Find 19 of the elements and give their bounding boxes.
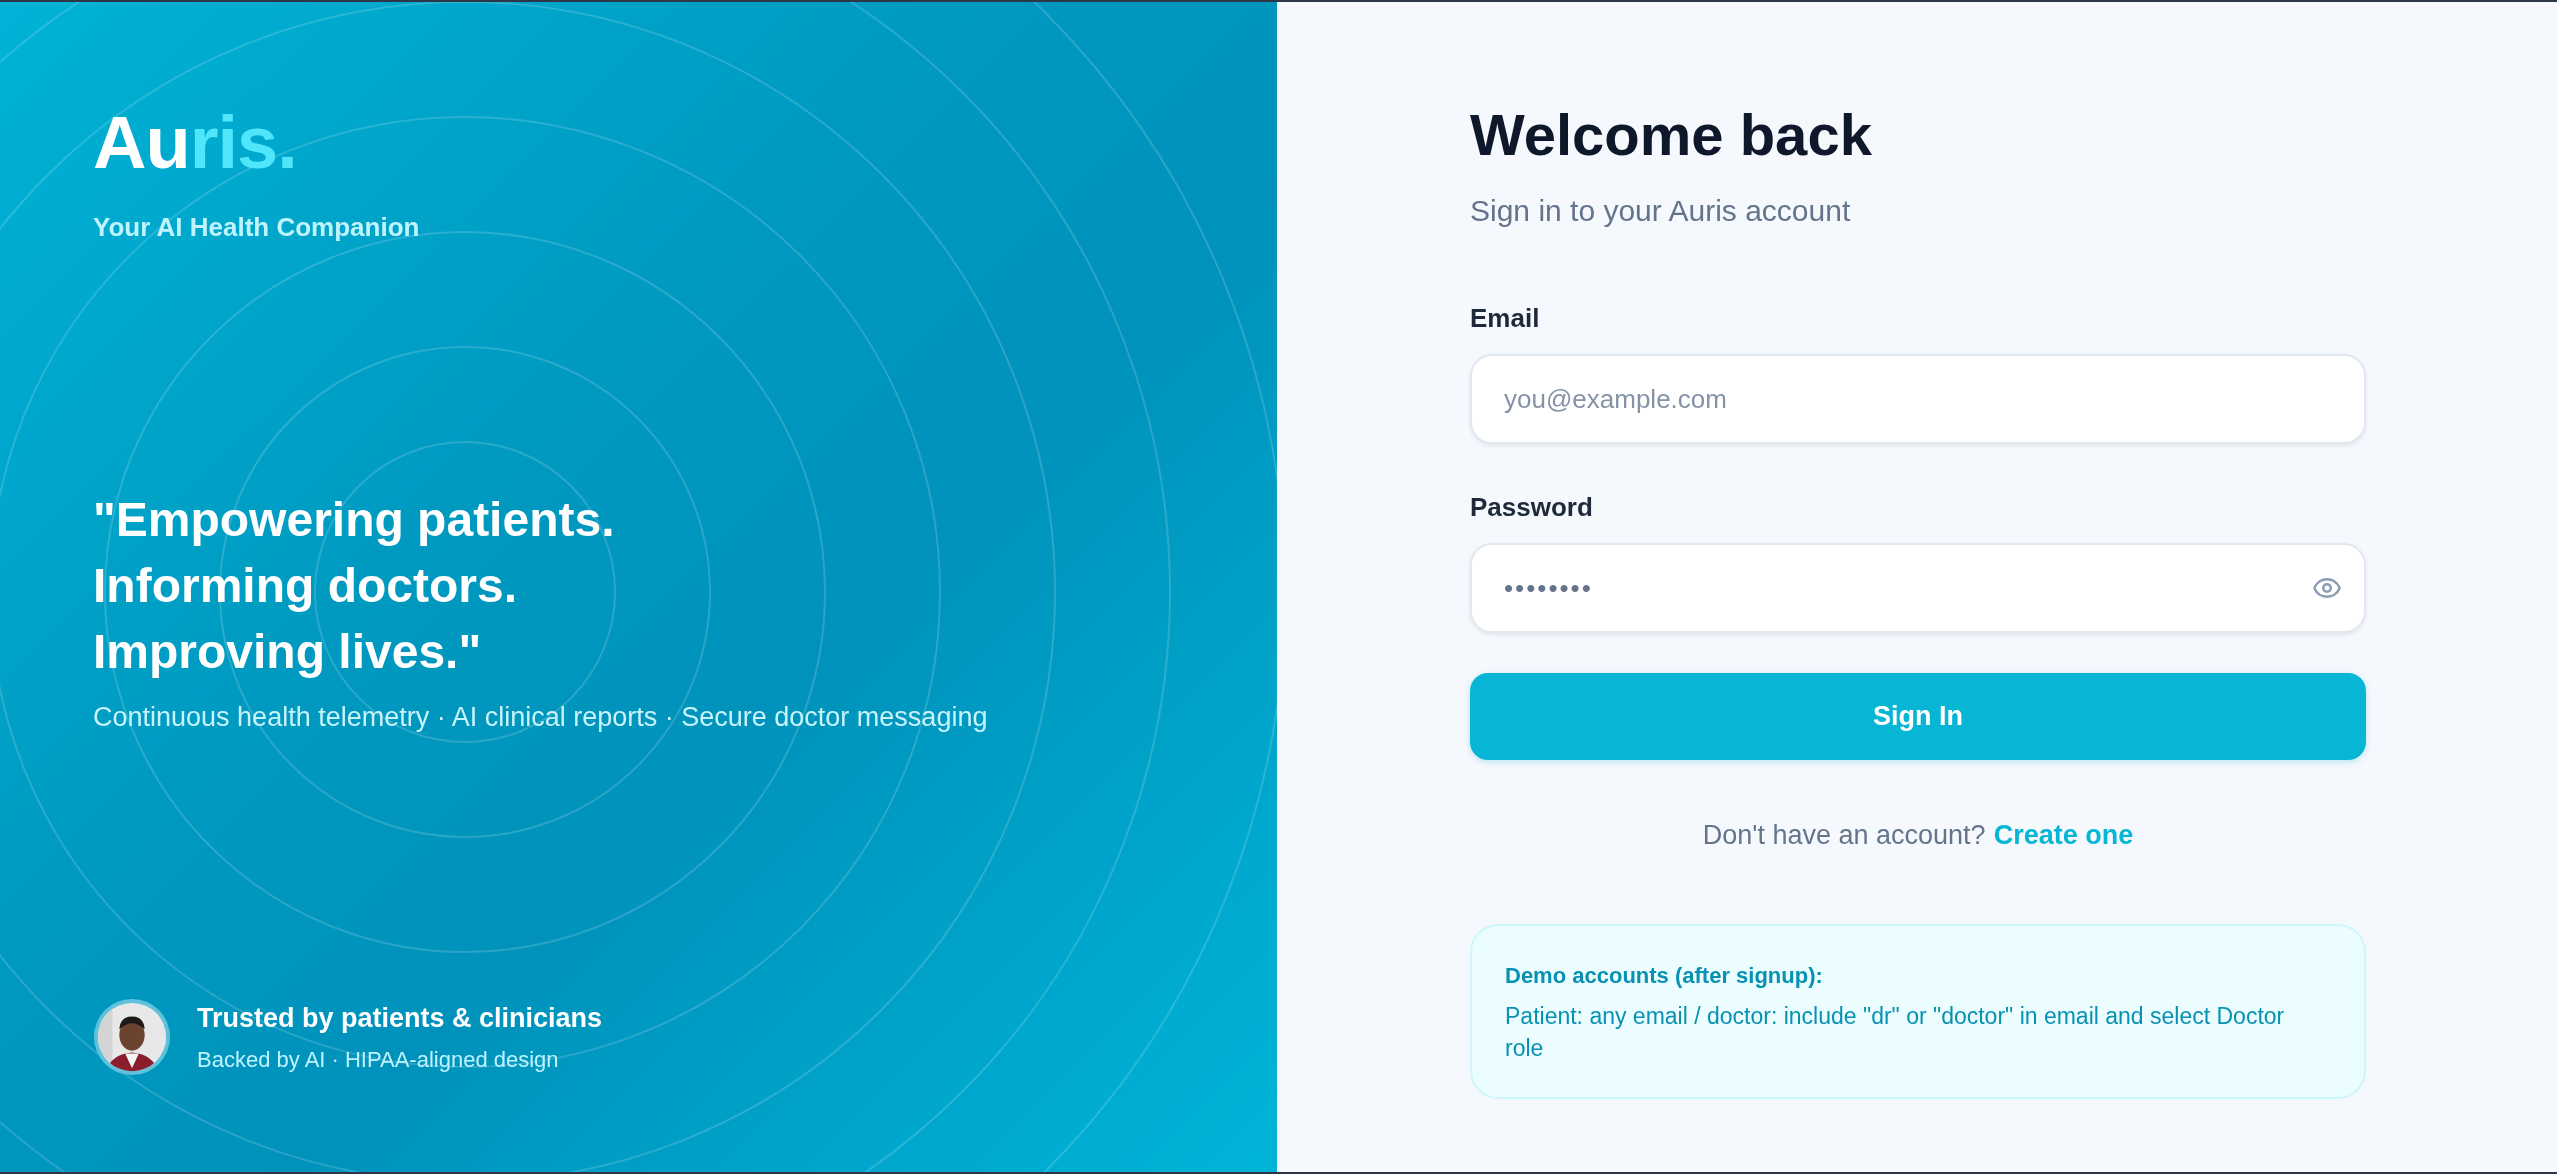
feature-list: Continuous health telemetry · AI clinical reports · Secure doctor messaging [93,697,988,738]
password-field[interactable]: •••••••• [1470,543,2366,633]
tagline: Your AI Health Companion [93,211,421,244]
page-title: Welcome back [1470,106,1872,164]
sign-in-button[interactable]: Sign In [1470,673,2366,760]
create-account-link[interactable]: Create one [1993,815,2134,856]
signup-prompt: Don't have an account? [1702,819,1986,852]
quote-line: Improving lives." [93,624,482,680]
demo-title: Demo accounts (after signup): [1505,961,1824,990]
logo: Auris. [93,106,297,180]
field-label: Email [1470,302,1540,335]
field-label: Password [1470,491,1593,524]
page-subtitle: Sign in to your Auris account [1470,193,1851,229]
quote-line: Informing doctors. [93,558,517,614]
email-field[interactable]: you@example.com [1470,354,2366,444]
quote-line: "Empowering patients. [93,492,615,548]
trust-title: Trusted by patients & clinicians [197,1002,603,1036]
trust-subtitle: Backed by AI · HIPAA-aligned design [197,1045,560,1074]
demo-text: Patient: any email / doctor: include "dr" or "doctor" in email and select Doctor role [1505,1001,2286,1063]
